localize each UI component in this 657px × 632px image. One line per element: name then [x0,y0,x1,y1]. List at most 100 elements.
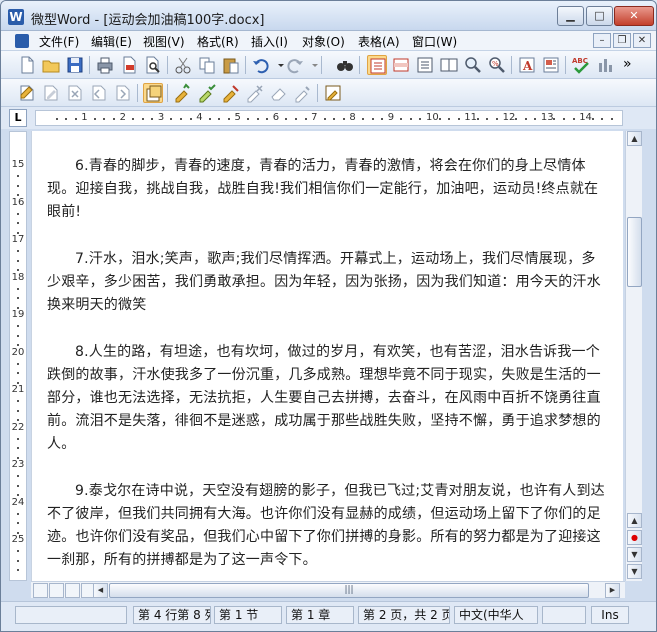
word-count-icon[interactable] [595,55,615,75]
status-insert-mode[interactable]: Ins [591,606,629,624]
toolbar-overflow-icon[interactable]: » [623,55,637,75]
scroll-down-page-button[interactable]: ▼ [627,547,642,562]
menu-format[interactable]: 格式(R) [197,33,239,50]
scroll-up-button[interactable]: ▲ [627,131,642,146]
ruler-tick [400,118,403,120]
ruler-tick [170,118,173,120]
ruler-tick [65,118,68,120]
ruler-tick [247,118,250,120]
ruler-tick [496,118,499,120]
vertical-ruler-number: 19 [11,309,25,320]
menu-view[interactable]: 视图(V) [143,33,185,50]
edit-comment-icon[interactable] [41,83,61,103]
ruler-tick [17,250,19,253]
horizontal-scrollbar[interactable]: ◀ ||| ▶ [31,581,625,598]
toolbar-separator [89,56,90,74]
ruler-tick [17,325,19,328]
document-icon[interactable] [15,34,29,48]
show-revisions-icon[interactable] [143,83,163,103]
menu-object[interactable]: 对象(O) [302,33,345,50]
tab-stop-selector[interactable]: L [9,109,27,127]
status-chapter: 第 1 章 [286,606,354,624]
ruler-tick [333,118,336,120]
maximize-button[interactable]: □ [586,6,613,26]
vertical-scroll-thumb[interactable] [627,217,642,287]
font-color-icon[interactable]: A [517,55,537,75]
web-view-icon[interactable] [391,55,411,75]
menu-file[interactable]: 文件(F) [39,33,79,50]
doc-restore-button[interactable]: ❐ [613,33,631,48]
document-text-line: 少艰辛，多少困苦，我们勇敢承担。因为年轻，因为张扬，因为我们知道：用今天的汗水 [47,274,601,290]
document-page[interactable]: 6.青春的脚步，青春的速度，青春的活力，青春的激情，将会在你们的身上尽情体 现。迎… [31,131,623,581]
previous-change-icon[interactable] [89,83,109,103]
menu-window[interactable]: 窗口(W) [412,33,457,50]
scroll-up-page-button[interactable]: ▲ [627,513,642,528]
undo-icon[interactable] [251,55,271,75]
new-document-icon[interactable] [17,55,37,75]
redo-icon[interactable] [285,55,305,75]
zoom-icon[interactable] [463,55,483,75]
ruler-tick [563,118,566,120]
delete-comment-icon[interactable] [65,83,85,103]
reject-all-icon[interactable] [245,83,265,103]
toolbar-separator [317,84,318,102]
vertical-ruler[interactable]: 15 16 17 18 19 20 21 22 23 24 25 [9,131,27,581]
close-button[interactable]: ✕ [614,6,654,26]
scroll-down-button[interactable]: ▼ [627,564,642,579]
spell-check-icon[interactable]: ABC [571,55,591,75]
status-blank-panel [15,606,127,624]
scroll-left-button[interactable]: ◀ [93,583,108,598]
horizontal-scroll-thumb[interactable]: ||| [109,583,589,598]
menu-insert[interactable]: 插入(I) [251,33,288,50]
reviewing-pane-icon[interactable] [323,83,343,103]
cut-icon[interactable] [173,55,193,75]
ruler-tick [17,447,19,450]
ruler-tick [515,118,518,120]
outline-view-icon[interactable] [415,55,435,75]
ruler-tick [180,118,183,120]
save-icon[interactable] [65,55,85,75]
menu-table[interactable]: 表格(A) [358,33,400,50]
ruler-tick [17,559,19,562]
status-bar: 第 4 行第 8 列 第 1 节 第 1 章 第 2 页，共 2 页 中文(中华… [1,601,656,631]
ruler-number: 11 [464,112,478,123]
accept-all-icon[interactable] [197,83,217,103]
menu-edit[interactable]: 编辑(E) [91,33,132,50]
print-icon[interactable] [95,55,115,75]
page-layout-view-icon[interactable] [65,583,80,598]
undo-dropdown-icon[interactable] [271,55,284,75]
toolbar-separator [167,84,168,102]
ruler-row: L 1 2 3 4 5 6 7 8 9 10 11 12 13 14 [1,107,656,129]
eraser-icon[interactable] [269,83,289,103]
ruler-number: 6 [272,112,280,123]
percent-zoom-icon[interactable]: % [487,55,507,75]
doc-close-button[interactable]: ✕ [633,33,651,48]
vertical-scrollbar[interactable]: ▲ ▲ ● ▼ ▼ [625,131,642,581]
select-browse-object-icon[interactable]: ● [627,530,642,545]
web-layout-view-icon[interactable] [49,583,64,598]
copy-icon[interactable] [197,55,217,75]
insert-picture-icon[interactable] [541,55,561,75]
page-view-icon[interactable] [367,55,387,75]
ruler-tick [17,437,19,440]
minimize-button[interactable]: ▁ [557,6,584,26]
paste-icon[interactable] [221,55,241,75]
track-changes-icon[interactable] [17,83,37,103]
horizontal-ruler[interactable]: 1 2 3 4 5 6 7 8 9 10 11 12 13 14 [35,110,623,126]
find-binoculars-icon[interactable] [335,55,355,75]
ink-annotation-icon[interactable] [293,83,313,103]
print-preview-icon[interactable] [143,55,163,75]
doc-minimize-button[interactable]: – [593,33,611,48]
ruler-tick [591,118,594,120]
next-change-icon[interactable] [113,83,133,103]
accept-change-icon[interactable] [173,83,193,103]
scroll-right-button[interactable]: ▶ [605,583,620,598]
vertical-ruler-number: 20 [11,346,25,358]
normal-view-icon[interactable] [33,583,48,598]
redo-dropdown-icon[interactable] [305,55,318,75]
reject-change-icon[interactable] [221,83,241,103]
open-folder-icon[interactable] [41,55,61,75]
export-pdf-icon[interactable] [119,55,139,75]
document-text-line: 9.泰戈尔在诗中说，天空没有翅膀的影子，但我已飞过;艾青对朋友说，也许有人到达 [75,482,605,499]
reading-view-icon[interactable] [439,55,459,75]
